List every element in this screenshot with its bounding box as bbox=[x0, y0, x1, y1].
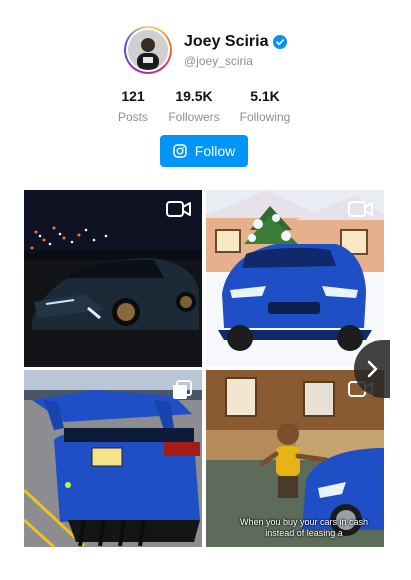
stat-value: 5.1K bbox=[250, 88, 280, 104]
video-camera-icon bbox=[348, 201, 373, 217]
username: @joey_sciria bbox=[184, 53, 253, 68]
stat-value: 19.5K bbox=[175, 88, 213, 104]
post-tile-3[interactable] bbox=[24, 370, 202, 547]
chevron-right-icon bbox=[367, 360, 378, 378]
post-tile-4[interactable]: When you buy your cars in cash instead o… bbox=[206, 370, 384, 547]
profile-header: Joey Sciria @joey_sciria bbox=[124, 26, 287, 74]
stat-following[interactable]: 5.1K Following bbox=[225, 88, 305, 124]
verified-badge-icon bbox=[272, 34, 287, 49]
video-camera-icon bbox=[166, 201, 191, 217]
stat-followers[interactable]: 19.5K Followers bbox=[154, 88, 234, 124]
stat-label: Following bbox=[239, 110, 291, 124]
instagram-icon bbox=[173, 144, 187, 158]
avatar-image bbox=[128, 30, 168, 70]
post-tile-2[interactable] bbox=[206, 190, 384, 367]
post-grid: When you buy your cars in cash instead o… bbox=[24, 190, 384, 547]
avatar[interactable] bbox=[124, 26, 172, 74]
post-caption: When you buy your cars in cash instead o… bbox=[239, 517, 369, 538]
follow-button-label: Follow bbox=[194, 143, 236, 159]
carousel-icon bbox=[173, 380, 192, 399]
follow-button[interactable]: Follow bbox=[160, 135, 248, 167]
post-tile-1[interactable] bbox=[24, 190, 202, 367]
display-name[interactable]: Joey Sciria bbox=[184, 33, 269, 51]
stat-label: Followers bbox=[168, 110, 220, 124]
